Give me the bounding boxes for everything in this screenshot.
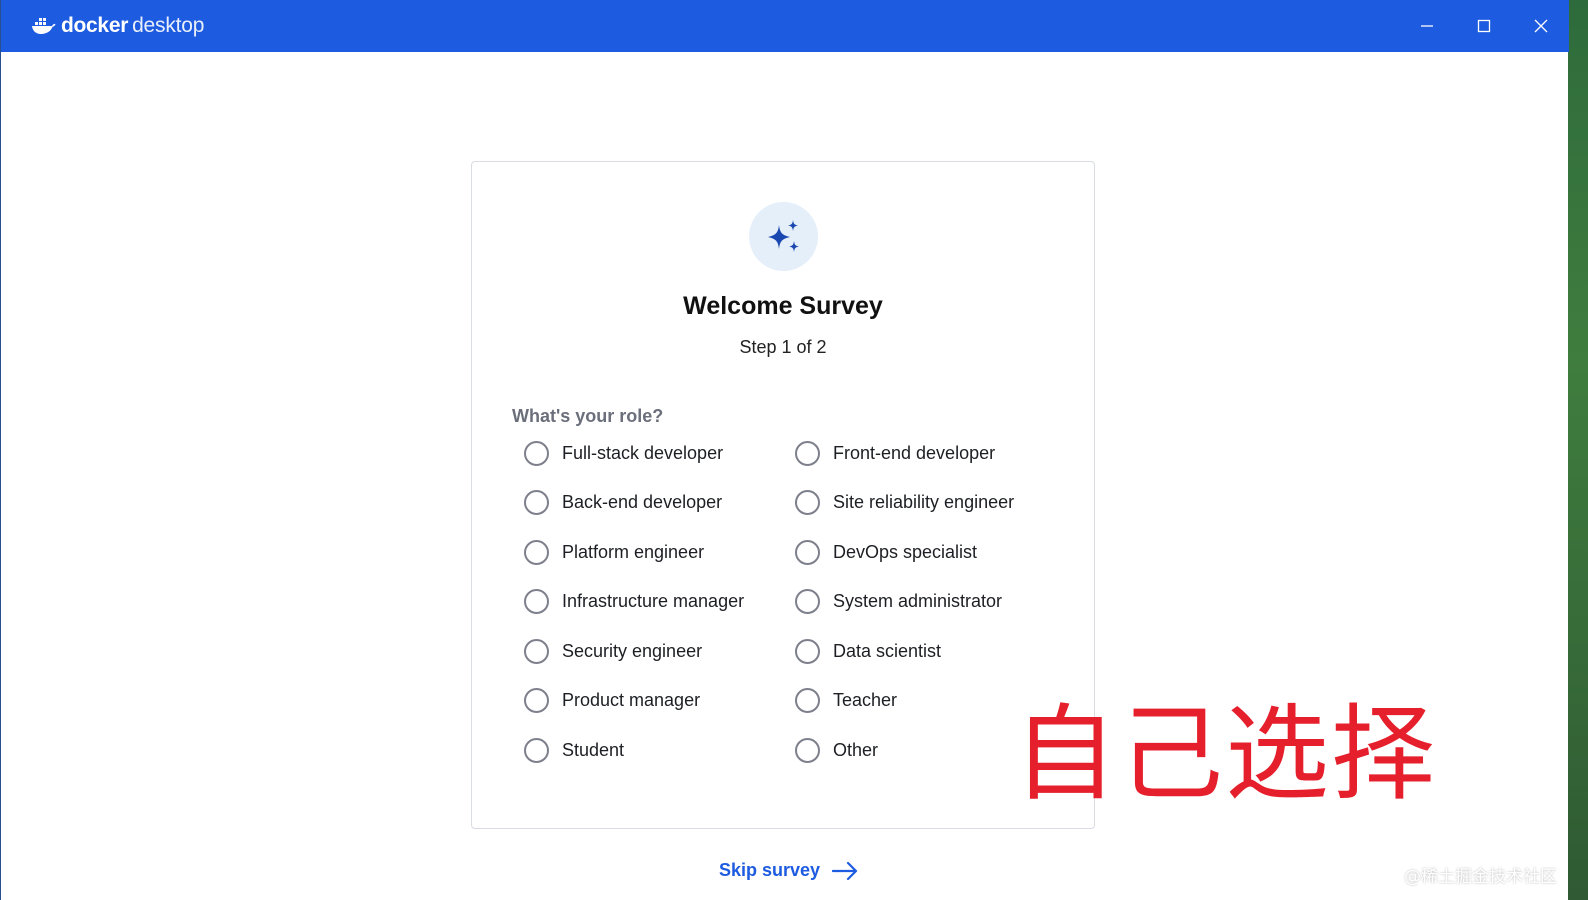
role-option-label: Infrastructure manager (562, 590, 745, 611)
brand-product: desktop (132, 14, 205, 37)
role-option[interactable]: Platform engineer (524, 537, 704, 567)
annotation-overlay-text: 自己选择 (1013, 693, 1438, 815)
radio-button[interactable] (524, 588, 549, 614)
role-option[interactable]: Full-stack developer (524, 438, 723, 468)
role-option-label: Platform engineer (562, 541, 705, 562)
radio-button[interactable] (795, 539, 820, 565)
sparkle-badge (749, 202, 818, 271)
watermark-text: @稀土掘金技术社区 (1404, 867, 1557, 887)
radio-button[interactable] (795, 737, 820, 763)
role-option[interactable]: DevOps specialist (795, 537, 977, 567)
maximize-icon (1477, 19, 1491, 33)
radio-button[interactable] (524, 687, 549, 713)
radio-button[interactable] (795, 440, 820, 466)
close-button[interactable] (1513, 0, 1569, 52)
role-option-label: Product manager (562, 689, 701, 710)
desktop-background-strip (1568, 0, 1588, 900)
role-option[interactable]: Security engineer (524, 636, 702, 666)
role-option-label: Site reliability engineer (833, 491, 1015, 512)
role-option-label: Teacher (833, 689, 898, 710)
role-option-label: Data scientist (833, 640, 942, 661)
role-option[interactable]: Infrastructure manager (524, 586, 744, 616)
close-icon (1534, 19, 1548, 33)
radio-button[interactable] (795, 588, 820, 614)
role-option-label: Full-stack developer (562, 442, 724, 463)
role-option-label: System administrator (833, 590, 1003, 611)
skip-survey-link[interactable]: Skip survey (719, 860, 858, 881)
radio-button[interactable] (795, 687, 820, 713)
radio-button[interactable] (524, 737, 549, 763)
survey-step: Step 1 of 2 (739, 337, 827, 357)
arrow-right-icon (832, 861, 858, 880)
radio-button[interactable] (524, 638, 549, 664)
brand-name: docker (61, 14, 129, 37)
app-brand: docker desktop (31, 14, 204, 38)
role-option[interactable]: Front-end developer (795, 438, 995, 468)
role-option[interactable]: System administrator (795, 586, 1002, 616)
role-option[interactable]: Teacher (795, 685, 897, 715)
role-option-label: Front-end developer (833, 442, 996, 463)
role-option-label: DevOps specialist (833, 541, 978, 562)
role-option[interactable]: Back-end developer (524, 487, 722, 517)
skip-survey-label: Skip survey (719, 860, 821, 880)
role-question: What's your role? (512, 406, 664, 426)
sparkles-icon (767, 219, 799, 252)
radio-button[interactable] (524, 539, 549, 565)
role-option[interactable]: Student (524, 735, 624, 765)
radio-button[interactable] (524, 489, 549, 515)
app-window: docker desktop Welcome Survey Step 1 of … (0, 0, 1569, 900)
role-option[interactable]: Product manager (524, 685, 700, 715)
role-option-label: Security engineer (562, 640, 703, 661)
radio-button[interactable] (524, 440, 549, 466)
role-option[interactable]: Other (795, 735, 878, 765)
role-option[interactable]: Data scientist (795, 636, 941, 666)
radio-button[interactable] (795, 489, 820, 515)
role-option-label: Student (562, 739, 625, 760)
minimize-button[interactable] (1399, 0, 1455, 52)
radio-button[interactable] (795, 638, 820, 664)
role-option-label: Other (833, 739, 879, 760)
role-option-label: Back-end developer (562, 491, 723, 512)
role-option[interactable]: Site reliability engineer (795, 487, 1014, 517)
survey-title: Welcome Survey (683, 292, 883, 320)
survey-card: Welcome Survey Step 1 of 2 What's your r… (471, 161, 1095, 829)
maximize-button[interactable] (1456, 0, 1512, 52)
docker-whale-icon (32, 18, 56, 34)
title-bar: docker desktop (1, 0, 1569, 52)
minimize-icon (1421, 25, 1433, 27)
